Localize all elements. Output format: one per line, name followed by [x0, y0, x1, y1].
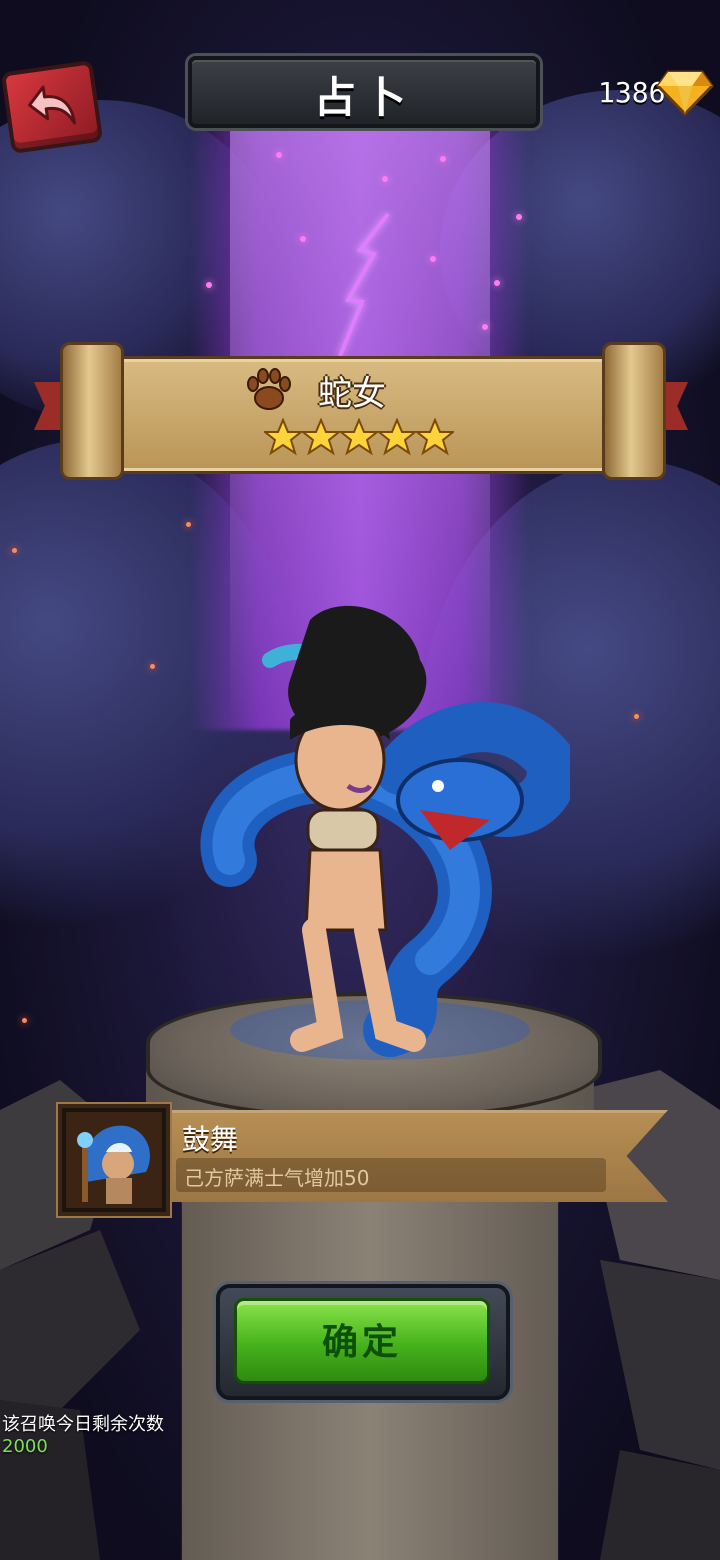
back-arrow-icon [28, 85, 76, 125]
skill-icon-frame[interactable] [58, 1104, 170, 1216]
sparkle [440, 156, 446, 162]
back-button[interactable] [0, 59, 104, 155]
remaining-summons-value: 2000 [2, 1436, 48, 1457]
ember [12, 548, 17, 553]
confirm-button-label: 确定 [321, 1322, 402, 1363]
skill-name: 鼓舞 [182, 1123, 239, 1156]
lightning-bolt [338, 212, 390, 357]
title-plate: 占卜 [188, 56, 540, 128]
page-title: 占卜 [313, 73, 414, 122]
sparkle [382, 176, 388, 182]
scroll-roll-left [60, 342, 124, 480]
star-icon [302, 418, 340, 456]
sparkle [300, 236, 306, 242]
confirm-button[interactable]: 确定 [234, 1298, 490, 1384]
skill-description: 己方萨满士气增加50 [184, 1166, 370, 1190]
star-icon [416, 418, 454, 456]
sparkle [206, 282, 212, 288]
sparkle [276, 152, 282, 158]
star-icon [378, 418, 416, 456]
star-icon [264, 418, 302, 456]
paw-icon [247, 368, 291, 410]
scroll-roll-right [602, 342, 666, 480]
ember [22, 1018, 27, 1023]
sparkle [482, 324, 488, 330]
ember [150, 664, 155, 669]
sparkle [516, 214, 522, 220]
ember [634, 714, 639, 719]
remaining-summons-label: 该召唤今日剩余次数 [2, 1414, 164, 1435]
hero-name: 蛇女 [318, 374, 386, 414]
star-rating [264, 418, 456, 458]
sparkle [430, 256, 436, 262]
hero-snake-woman-figure [200, 605, 570, 1060]
sparkle [494, 280, 500, 286]
shaman-portrait-icon [66, 1112, 162, 1208]
diamond-gem-icon [656, 70, 714, 116]
ember [186, 522, 191, 527]
star-icon [340, 418, 378, 456]
